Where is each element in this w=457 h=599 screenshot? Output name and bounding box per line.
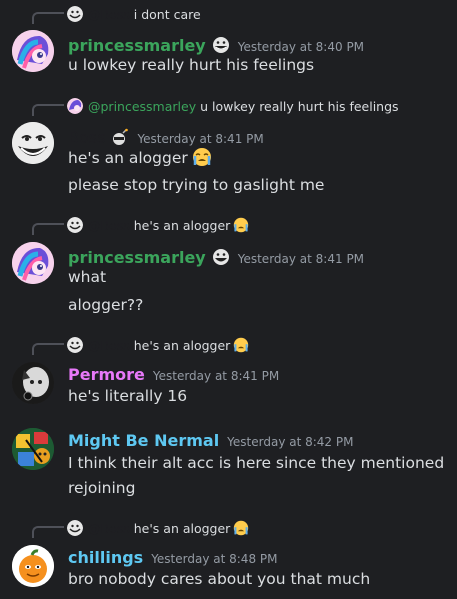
author-name[interactable]: Permore	[68, 365, 145, 384]
message-header: princessmarley Yesterday at 8:41 PM	[68, 245, 364, 267]
crying-emoji	[233, 217, 249, 233]
reply-preview[interactable]: @Boss he's an alogger	[67, 520, 249, 536]
reply-text: he's an alogger	[133, 337, 231, 353]
timestamp[interactable]: Yesterday at 8:41 PM	[238, 252, 364, 266]
timestamp[interactable]: Yesterday at 8:41 PM	[153, 369, 279, 383]
boss-mini-avatar	[67, 337, 83, 353]
trollface-badge-icon	[212, 248, 230, 266]
boss-mini-avatar	[67, 217, 83, 233]
message-text: please stop trying to gaslight me	[68, 176, 325, 194]
message-text: rejoining	[68, 479, 136, 497]
princessmarley-avatar[interactable]	[12, 242, 54, 284]
trollface-badge-icon	[212, 36, 230, 54]
author-name[interactable]: Boss	[68, 128, 105, 147]
crying-emoji	[192, 147, 212, 167]
message-text: u lowkey really hurt his feelings	[68, 56, 315, 74]
reply-author[interactable]: @princessmarley	[88, 99, 196, 114]
message-header: Boss Yesterday at 8:41 PM	[68, 125, 264, 147]
timestamp[interactable]: Yesterday at 8:48 PM	[151, 552, 277, 566]
boss-mini-avatar	[67, 520, 83, 536]
author-name[interactable]: princessmarley	[68, 36, 206, 55]
message-header: Permore Yesterday at 8:41 PM	[68, 365, 279, 384]
reply-connector	[32, 343, 64, 355]
author-name[interactable]: princessmarley	[68, 248, 206, 267]
boss-mini-avatar	[67, 6, 83, 22]
message-line: he's an alogger	[68, 149, 188, 167]
reply-author[interactable]: @Boss	[88, 521, 130, 536]
boss-avatar[interactable]	[12, 122, 54, 164]
permore-avatar[interactable]	[12, 362, 54, 404]
reply-connector	[32, 223, 64, 235]
reply-connector	[32, 12, 64, 24]
crying-emoji	[233, 520, 249, 536]
reply-preview[interactable]: @Boss he's an alogger	[67, 337, 249, 353]
reply-preview[interactable]: @princessmarley u lowkey really hurt his…	[67, 98, 399, 114]
princessmarley-avatar[interactable]	[12, 30, 54, 72]
princessmarley-mini-avatar	[67, 98, 83, 114]
message-header: Might Be Nermal Yesterday at 8:42 PM	[68, 431, 353, 450]
might-be-nermal-avatar[interactable]	[12, 428, 54, 470]
bomb-badge-icon	[111, 128, 129, 146]
message-header: chillings Yesterday at 8:48 PM	[68, 548, 277, 567]
crying-emoji	[233, 337, 249, 353]
reply-preview[interactable]: @Boss he's an alogger	[67, 217, 249, 233]
reply-author[interactable]: @Boss	[88, 338, 130, 353]
message-text: what	[68, 268, 107, 286]
timestamp[interactable]: Yesterday at 8:42 PM	[227, 435, 353, 449]
reply-author[interactable]: @Boss	[88, 7, 130, 22]
message-text: bro nobody cares about you that much	[68, 570, 371, 588]
reply-connector	[32, 104, 64, 116]
author-name[interactable]: chillings	[68, 548, 143, 567]
message-text: he's an alogger	[68, 147, 212, 167]
reply-text: he's an alogger	[133, 520, 231, 536]
reply-text: u lowkey really hurt his feelings	[200, 98, 399, 114]
message-text: he's literally 16	[68, 387, 188, 405]
timestamp[interactable]: Yesterday at 8:41 PM	[137, 132, 263, 146]
reply-author[interactable]: @Boss	[88, 218, 130, 233]
chillings-avatar[interactable]	[12, 545, 54, 587]
reply-preview[interactable]: @Boss i dont care	[67, 6, 201, 22]
reply-connector	[32, 526, 64, 538]
author-name[interactable]: Might Be Nermal	[68, 431, 219, 450]
message-text: I think their alt acc is here since they…	[68, 454, 445, 472]
reply-text: i dont care	[133, 6, 201, 22]
timestamp[interactable]: Yesterday at 8:40 PM	[238, 40, 364, 54]
message-header: princessmarley Yesterday at 8:40 PM	[68, 33, 364, 55]
reply-text: he's an alogger	[133, 217, 231, 233]
message-text: alogger??	[68, 296, 144, 314]
